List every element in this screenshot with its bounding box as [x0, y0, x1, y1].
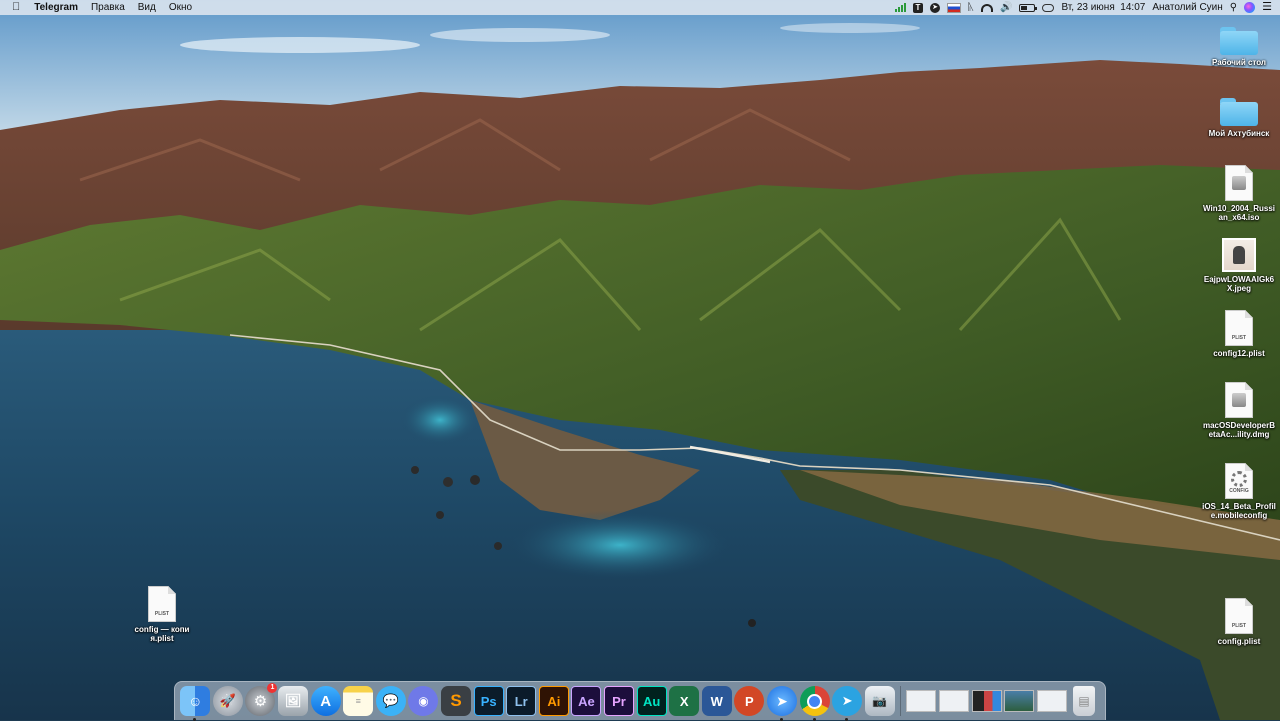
notification-badge: 1: [267, 683, 278, 693]
signal-icon[interactable]: [895, 3, 906, 12]
datetime[interactable]: Вт, 23 июня 14:07: [1061, 0, 1145, 15]
search-icon[interactable]: ⚲: [1230, 2, 1237, 13]
desktop-icon-label: Рабочий стол: [1211, 58, 1267, 67]
flag-ru-icon[interactable]: [947, 2, 961, 13]
desktop-icon-label: EajpwLOWAAIGk6X.jpeg: [1203, 275, 1275, 293]
folder-icon: [1220, 98, 1258, 126]
photo-thumbnail-icon: [1222, 238, 1256, 272]
desktop-icon-label: macOSDeveloperBetaAc...ility.dmg: [1202, 421, 1276, 439]
xcode-instruments-icon[interactable]: ➤: [766, 686, 797, 721]
plist-file-icon: PLIST: [148, 586, 176, 622]
notification-center-icon[interactable]: ☰: [1262, 1, 1272, 13]
battery-icon[interactable]: [1019, 3, 1038, 12]
minimized-window-thumbnail[interactable]: [906, 690, 937, 712]
desktop-icon-folder-desktop[interactable]: Рабочий стол: [1197, 27, 1280, 67]
telegram-icon[interactable]: ➤: [832, 686, 863, 721]
dock: ☺ 🚀 ⚙ 1 🖼 A ≡ 💬 ◉ S Ps Lr Ai Ae Pr Au X W…: [174, 681, 1106, 721]
plist-file-icon: PLIST: [1225, 310, 1253, 346]
disk-image-icon: [1225, 382, 1253, 418]
apple-menu-icon[interactable]: : [12, 0, 20, 15]
bluetooth-icon[interactable]: ᚣ: [968, 2, 974, 13]
t-app-icon[interactable]: T: [913, 2, 923, 13]
desktop-icon-config-copy-plist[interactable]: PLIST config — копия.plist: [120, 586, 204, 643]
folder-icon: [1220, 27, 1258, 55]
desktop-icon-label: iOS_14_Beta_Profile.mobileconfig: [1202, 502, 1276, 520]
illustrator-icon[interactable]: Ai: [538, 686, 569, 716]
audition-icon[interactable]: Au: [636, 686, 667, 716]
volume-icon[interactable]: 🔊: [1000, 2, 1012, 13]
telegram-status-icon[interactable]: ➤: [930, 2, 940, 13]
premiere-icon[interactable]: Pr: [604, 686, 635, 716]
desktop-icon-label: config — копия.plist: [134, 625, 190, 643]
dock-separator: [900, 686, 902, 716]
siri-icon[interactable]: [1244, 2, 1256, 13]
photoshop-icon[interactable]: Ps: [473, 686, 504, 716]
messages-icon[interactable]: 💬: [375, 686, 406, 716]
menu-view[interactable]: Вид: [138, 0, 156, 15]
wifi-icon[interactable]: [981, 3, 993, 12]
launchpad-icon[interactable]: 🚀: [212, 686, 243, 716]
desktop-icon-jpeg[interactable]: EajpwLOWAAIGk6X.jpeg: [1197, 238, 1280, 293]
menu-window[interactable]: Окно: [169, 0, 192, 15]
app-menu-telegram[interactable]: Telegram: [34, 0, 78, 15]
menu-bar:  Telegram Правка Вид Окно T ➤ ᚣ 🔊 Вт, 2…: [0, 0, 1280, 15]
desktop-icon-win10-iso[interactable]: Win10_2004_Russian_x64.iso: [1197, 165, 1280, 222]
minimized-window-thumbnail[interactable]: [938, 690, 969, 712]
minimized-window-thumbnail[interactable]: [1004, 690, 1035, 712]
app-store-icon[interactable]: A: [310, 686, 341, 716]
desktop-icon-config-plist[interactable]: PLIST config.plist: [1197, 598, 1280, 646]
discord-icon[interactable]: ◉: [408, 686, 439, 716]
desktop-icon-folder-akhtubinsk[interactable]: Мой Ахтубинск: [1197, 98, 1280, 138]
trash-icon[interactable]: ▤: [1073, 686, 1096, 716]
menu-left: Telegram Правка Вид Окно: [34, 0, 192, 15]
powerpoint-icon[interactable]: P: [734, 686, 765, 716]
desktop-icon-macos-beta-dmg[interactable]: macOSDeveloperBetaAc...ility.dmg: [1197, 382, 1280, 439]
finder-icon[interactable]: ☺: [180, 686, 211, 721]
after-effects-icon[interactable]: Ae: [571, 686, 602, 716]
lightroom-icon[interactable]: Lr: [506, 686, 537, 716]
preview-icon[interactable]: 🖼: [278, 686, 309, 716]
plist-file-icon: PLIST: [1225, 598, 1253, 634]
control-center-icon[interactable]: [1042, 3, 1055, 12]
minimized-window-thumbnail[interactable]: [971, 690, 1002, 712]
system-preferences-icon[interactable]: ⚙ 1: [245, 683, 278, 716]
notes-icon[interactable]: ≡: [343, 686, 374, 716]
desktop-icon-label: Мой Ахтубинск: [1208, 129, 1270, 138]
screenshot-app-icon[interactable]: 📷: [864, 686, 895, 716]
chrome-icon[interactable]: [799, 686, 830, 721]
desktop-icon-config12-plist[interactable]: PLIST config12.plist: [1197, 310, 1280, 358]
user-name[interactable]: Анатолий Суин: [1152, 0, 1222, 15]
status-area: T ➤ ᚣ 🔊 Вт, 23 июня 14:07 Анатолий Суин …: [895, 0, 1272, 15]
desktop-icon-label: config.plist: [1217, 637, 1261, 646]
desktop-icon-ios14-profile[interactable]: CONFIG iOS_14_Beta_Profile.mobileconfig: [1197, 463, 1280, 520]
minimized-window-thumbnail[interactable]: [1036, 690, 1067, 712]
excel-icon[interactable]: X: [669, 686, 700, 716]
config-file-icon: CONFIG: [1225, 463, 1253, 499]
desktop-icon-label: config12.plist: [1213, 349, 1265, 358]
sublime-icon[interactable]: S: [441, 686, 472, 716]
word-icon[interactable]: W: [701, 686, 732, 716]
desktop-icon-label: Win10_2004_Russian_x64.iso: [1203, 204, 1275, 222]
disk-image-icon: [1225, 165, 1253, 201]
menu-edit[interactable]: Правка: [91, 0, 125, 15]
